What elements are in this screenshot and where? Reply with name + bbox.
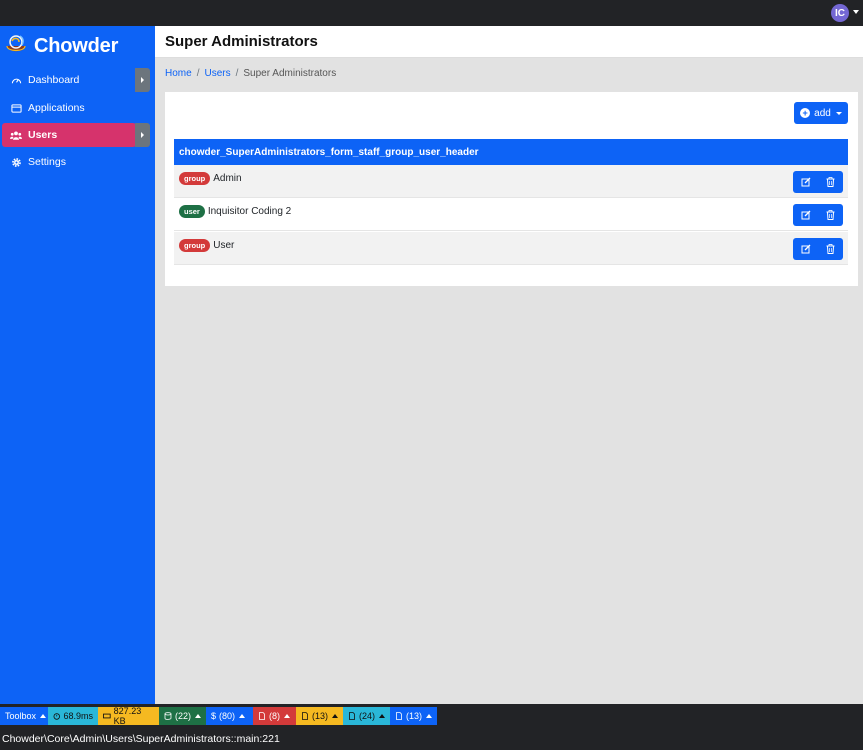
row-name: User — [213, 240, 235, 251]
alarm-clock-icon — [53, 713, 60, 720]
dollar-value: (80) — [219, 711, 236, 721]
edit-icon — [801, 210, 810, 220]
trash-icon — [826, 244, 835, 254]
table-row: group Admin — [174, 165, 848, 198]
sidebar-item-dashboard[interactable]: Dashboard — [2, 68, 150, 92]
errors-item[interactable]: (8) — [253, 707, 296, 725]
table-row: group User — [174, 232, 848, 265]
breadcrumb-separator: / — [196, 68, 200, 79]
memory-value: 827.23 KB — [113, 706, 142, 726]
files-value: (13) — [405, 711, 422, 721]
chevron-right-icon — [141, 132, 144, 138]
users-icon — [10, 129, 22, 141]
sidebar-item-label: Users — [28, 129, 58, 141]
chevron-up-icon — [426, 714, 432, 718]
brand[interactable]: Chowder — [4, 32, 118, 60]
toolbox-label: Toolbox — [5, 711, 37, 721]
breadcrumb: Home / Users / Super Administrators — [165, 68, 336, 79]
memory-icon — [103, 713, 111, 719]
breadcrumb-home-link[interactable]: Home — [165, 68, 192, 79]
chevron-down-icon[interactable] — [853, 10, 859, 14]
sidebar-expand-toggle[interactable] — [135, 68, 150, 92]
user-badge: user — [179, 205, 205, 218]
add-button[interactable]: + add — [794, 102, 848, 124]
breadcrumb-separator: / — [235, 68, 239, 79]
plus-circle-icon: + — [800, 108, 811, 118]
file-info-icon — [349, 712, 355, 720]
chevron-up-icon — [239, 714, 246, 718]
chevron-right-icon — [141, 77, 144, 83]
sidebar-item-label: Applications — [28, 102, 85, 114]
database-value: (22) — [174, 711, 191, 721]
file-warning-icon — [302, 712, 308, 720]
memory-item[interactable]: 827.23 KB — [98, 706, 159, 726]
chevron-down-icon — [835, 111, 842, 115]
user-avatar[interactable]: IC — [831, 4, 849, 22]
dollar-icon: $ — [211, 711, 217, 721]
gauge-icon — [10, 74, 22, 86]
info-value: (24) — [358, 711, 375, 721]
chevron-up-icon — [284, 714, 290, 718]
chevron-up-icon — [332, 714, 338, 718]
row-label: group Admin — [179, 172, 242, 185]
row-actions — [793, 204, 843, 226]
brand-name: Chowder — [34, 34, 119, 57]
trash-icon — [826, 177, 835, 187]
group-badge: group — [179, 172, 211, 185]
sidebar-item-users[interactable]: Users — [2, 123, 136, 147]
edit-button[interactable] — [793, 238, 818, 260]
add-button-label: add — [814, 107, 831, 119]
edit-button[interactable] — [793, 171, 818, 193]
debug-toolbar: Toolbox 68.9ms 827.23 KB (22) $ (80) (8)… — [0, 704, 863, 728]
file-icon — [396, 712, 402, 720]
chevron-up-icon — [195, 714, 201, 718]
table-header: chowder_SuperAdministrators_form_staff_g… — [174, 139, 848, 165]
window-icon — [10, 102, 22, 114]
sidebar-item-label: Dashboard — [28, 74, 80, 86]
delete-button[interactable] — [818, 171, 843, 193]
sidebar-item-settings[interactable]: Settings — [2, 150, 150, 174]
database-item[interactable]: (22) — [159, 707, 206, 725]
table-row: user Inquisitor Coding 2 — [174, 198, 848, 231]
sidebar: Chowder Dashboard Applications Users Set… — [0, 26, 155, 704]
row-actions — [793, 238, 843, 260]
breadcrumb-users-link[interactable]: Users — [204, 68, 230, 79]
status-path: Chowder\Core\Admin\Users\SuperAdministra… — [0, 728, 863, 750]
delete-button[interactable] — [818, 204, 843, 226]
trash-icon — [826, 210, 835, 220]
delete-button[interactable] — [818, 238, 843, 260]
dollar-item[interactable]: $ (80) — [206, 707, 253, 725]
toolbox-toggle[interactable]: Toolbox — [0, 707, 48, 725]
chevron-up-icon — [40, 714, 47, 718]
edit-icon — [801, 177, 810, 187]
row-actions — [793, 171, 843, 193]
sidebar-item-label: Settings — [28, 156, 66, 168]
row-label: user Inquisitor Coding 2 — [179, 205, 291, 218]
chowder-logo-icon — [6, 35, 26, 52]
page-header: Super Administrators — [155, 26, 863, 58]
edit-button[interactable] — [793, 204, 818, 226]
row-label: group User — [179, 239, 234, 252]
group-badge: group — [179, 239, 211, 252]
gear-icon — [10, 156, 22, 168]
page-title: Super Administrators — [165, 33, 318, 50]
chevron-up-icon — [379, 714, 385, 718]
content-card: + add chowder_SuperAdministrators_form_s… — [165, 92, 858, 286]
edit-icon — [801, 244, 810, 254]
file-error-icon — [259, 712, 265, 720]
timer-item[interactable]: 68.9ms — [48, 707, 98, 725]
files-item[interactable]: (13) — [390, 707, 437, 725]
top-bar: IC — [0, 0, 863, 26]
info-item[interactable]: (24) — [343, 707, 390, 725]
row-name: Admin — [213, 173, 242, 184]
errors-value: (8) — [269, 711, 280, 721]
timer-value: 68.9ms — [63, 711, 93, 721]
sidebar-item-applications[interactable]: Applications — [2, 96, 150, 120]
sidebar-expand-toggle[interactable] — [135, 123, 150, 147]
database-icon — [164, 712, 172, 720]
breadcrumb-current: Super Administrators — [243, 68, 337, 79]
warnings-item[interactable]: (13) — [296, 707, 343, 725]
row-name: Inquisitor Coding 2 — [207, 206, 292, 217]
warnings-value: (13) — [311, 711, 328, 721]
